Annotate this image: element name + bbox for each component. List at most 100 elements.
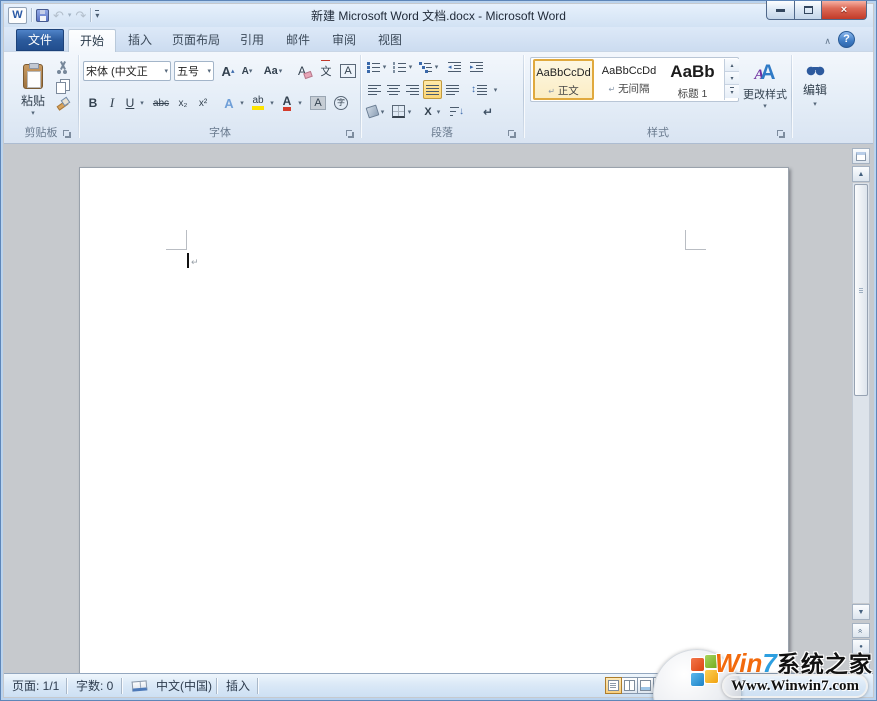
style-normal[interactable]: AaBbCcDd ↵ 正文 xyxy=(533,59,594,100)
scroll-up-button[interactable]: ▲ xyxy=(852,166,870,182)
strikethrough-button[interactable]: abc xyxy=(150,93,172,113)
align-center-button[interactable] xyxy=(385,81,402,98)
close-button[interactable]: × xyxy=(822,1,867,20)
undo-icon[interactable]: ↶ xyxy=(53,9,64,22)
line-spacing-button[interactable]: ↕ xyxy=(466,81,492,98)
fullscreen-reading-view-button[interactable] xyxy=(621,677,638,694)
align-left-button[interactable] xyxy=(366,81,383,98)
minimize-button[interactable] xyxy=(766,1,795,20)
redo-icon[interactable]: ↷ xyxy=(75,9,86,22)
underline-button[interactable]: U xyxy=(122,93,138,113)
tab-file[interactable]: 文件 xyxy=(16,29,64,51)
tab-view[interactable]: 视图 xyxy=(368,29,412,51)
scrollbar-track[interactable] xyxy=(852,183,870,603)
change-case-button[interactable]: Aa ▾ xyxy=(260,61,286,81)
text-effects-dropdown-icon[interactable]: ▾ xyxy=(238,100,246,107)
justify-button[interactable] xyxy=(423,80,442,99)
scroll-down-button[interactable]: ▼ xyxy=(852,604,870,620)
tab-review[interactable]: 审阅 xyxy=(322,29,366,51)
bullets-dropdown-icon[interactable]: ▾ xyxy=(381,64,388,71)
borders-dropdown-icon[interactable]: ▾ xyxy=(406,109,413,116)
enclose-characters-button[interactable]: 字 xyxy=(332,93,350,113)
clipboard-dialog-launcher-icon[interactable] xyxy=(62,129,72,139)
styles-scroll-strip: ▴ ▾ ▾ xyxy=(724,59,739,100)
font-color-dropdown-icon[interactable]: ▾ xyxy=(296,100,304,107)
styles-dialog-launcher-icon[interactable] xyxy=(776,129,786,139)
show-hide-marks-button[interactable]: ↵ xyxy=(480,103,496,120)
maximize-button[interactable] xyxy=(795,1,822,20)
page-count[interactable]: 页面: 1/1 xyxy=(12,674,59,698)
character-border-button[interactable]: A xyxy=(338,61,358,81)
asian-layout-dropdown-icon[interactable]: ▾ xyxy=(435,109,442,116)
ruler-toggle-button[interactable] xyxy=(852,148,870,164)
styles-scroll-up-icon[interactable]: ▴ xyxy=(725,59,739,72)
font-size-select[interactable]: 五号 ▾ xyxy=(174,61,214,81)
collapse-ribbon-icon[interactable]: ∧ xyxy=(824,36,831,47)
language-status[interactable]: 中文(中国) xyxy=(156,674,212,698)
cut-button[interactable] xyxy=(53,59,71,75)
editing-button[interactable]: 编辑 ▾ xyxy=(795,57,835,115)
tab-home[interactable]: 开始 xyxy=(68,29,116,52)
shrink-font-button[interactable]: A▾ xyxy=(238,61,256,81)
tab-mailings[interactable]: 邮件 xyxy=(276,29,320,51)
shading-button[interactable] xyxy=(364,103,380,120)
italic-button[interactable]: I xyxy=(104,93,120,113)
text-effects-button[interactable]: A xyxy=(220,93,238,113)
proofing-status-icon[interactable] xyxy=(132,680,148,691)
web-layout-view-button[interactable] xyxy=(637,677,654,694)
insert-mode-status[interactable]: 插入 xyxy=(226,674,250,698)
print-layout-view-button[interactable] xyxy=(605,677,622,694)
word-count[interactable]: 字数: 0 xyxy=(76,674,113,698)
style-no-spacing[interactable]: AaBbCcDd ↵ 无间隔 xyxy=(598,59,660,100)
document-page[interactable]: ↵ xyxy=(79,167,789,673)
borders-button[interactable] xyxy=(390,103,406,120)
help-icon[interactable]: ? xyxy=(838,31,855,48)
numbering-button[interactable] xyxy=(392,59,407,74)
phonetic-guide-button[interactable]: 文 xyxy=(316,61,336,81)
asian-layout-button[interactable]: X xyxy=(420,103,436,120)
bold-button[interactable]: B xyxy=(84,93,102,113)
window-title: 新建 Microsoft Word 文档.docx - Microsoft Wo… xyxy=(124,7,753,24)
multilevel-list-button[interactable] xyxy=(418,59,433,74)
format-painter-button[interactable] xyxy=(53,95,71,111)
highlight-dropdown-icon[interactable]: ▾ xyxy=(268,100,276,107)
word-window: W ↶ ▾ ↷ ▾ 新建 Microsoft Word 文档.docx - Mi… xyxy=(0,0,877,701)
bullets-button[interactable] xyxy=(366,59,381,74)
line-spacing-dropdown-icon[interactable]: ▾ xyxy=(492,87,499,94)
paragraph-dialog-launcher-icon[interactable] xyxy=(507,129,517,139)
underline-dropdown-icon[interactable]: ▾ xyxy=(138,100,146,107)
sort-button[interactable]: ↓ xyxy=(448,103,466,120)
save-icon[interactable] xyxy=(36,9,49,22)
superscript-button[interactable]: x² xyxy=(194,93,212,113)
character-shading-button[interactable]: A xyxy=(308,93,328,113)
font-color-button[interactable]: A xyxy=(278,93,296,113)
font-dialog-launcher-icon[interactable] xyxy=(345,129,355,139)
style-heading1[interactable]: AaBb 标题 1 xyxy=(664,59,721,100)
clear-formatting-button[interactable]: A xyxy=(292,61,312,81)
shading-dropdown-icon[interactable]: ▾ xyxy=(379,109,386,116)
word-app-icon[interactable]: W xyxy=(8,7,27,24)
change-styles-button[interactable]: AA 更改样式 ▾ xyxy=(741,57,789,113)
increase-indent-button[interactable]: ▸ xyxy=(468,59,485,74)
document-area: ↵ ▲ ▼ « ● « xyxy=(4,145,873,673)
tab-references[interactable]: 引用 xyxy=(230,29,274,51)
styles-more-icon[interactable]: ▾ xyxy=(725,85,739,98)
font-name-select[interactable]: 宋体 (中文正 ▾ xyxy=(83,61,171,81)
decrease-indent-button[interactable]: ◂ xyxy=(446,59,463,74)
undo-dropdown-icon[interactable]: ▾ xyxy=(68,12,72,19)
tab-page-layout[interactable]: 页面布局 xyxy=(164,29,228,51)
subscript-button[interactable]: x₂ xyxy=(174,93,192,113)
styles-scroll-down-icon[interactable]: ▾ xyxy=(725,72,739,85)
highlight-button[interactable]: ab xyxy=(248,93,268,113)
paste-button[interactable]: 粘贴 ▾ xyxy=(13,57,53,123)
scrollbar-thumb[interactable] xyxy=(854,184,868,396)
grow-font-button[interactable]: A▴ xyxy=(218,61,238,81)
multilevel-list-dropdown-icon[interactable]: ▾ xyxy=(433,64,440,71)
distribute-button[interactable] xyxy=(444,81,461,98)
copy-button[interactable] xyxy=(53,77,71,93)
align-right-button[interactable] xyxy=(404,81,421,98)
numbering-dropdown-icon[interactable]: ▾ xyxy=(407,64,414,71)
previous-page-button[interactable]: « xyxy=(852,623,870,638)
tab-insert[interactable]: 插入 xyxy=(118,29,162,51)
customize-qat-icon[interactable]: ▾ xyxy=(95,10,99,20)
